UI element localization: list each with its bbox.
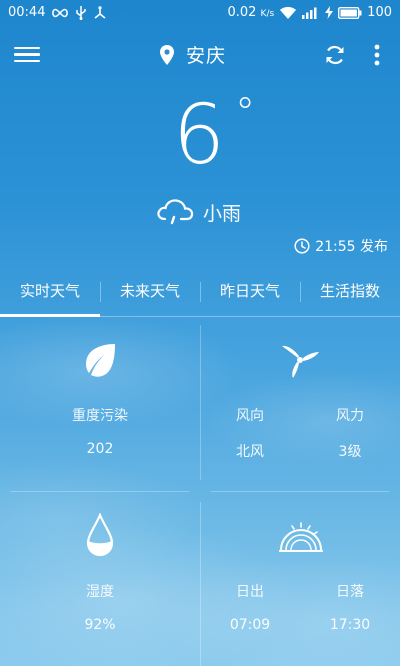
wind-power-value: 3级 [338, 444, 362, 460]
air-quality-label: 重度污染 [72, 408, 128, 424]
refresh-icon [326, 45, 344, 65]
divider-horizontal-right [210, 491, 390, 492]
tab-forecast[interactable]: 未来天气 [100, 270, 200, 316]
clock-icon [294, 238, 310, 254]
battery-level: 100 [367, 5, 392, 20]
wind-power-label: 风力 [336, 408, 364, 424]
sunrise-sunset-icon [279, 522, 323, 552]
signal-icon [302, 7, 317, 19]
tab-yesterday[interactable]: 昨日天气 [200, 270, 300, 316]
wind-direction-label: 风向 [236, 408, 264, 424]
leaf-icon [86, 344, 115, 377]
status-time: 00:44 [8, 5, 46, 20]
city-name: 安庆 [186, 45, 227, 67]
share-icon [94, 5, 106, 19]
sunset-label: 日落 [336, 584, 364, 600]
net-speed: 0.02 K/s [227, 5, 275, 20]
location-pin-icon [160, 44, 174, 65]
water-drop-icon [86, 513, 114, 557]
divider-horizontal-left [10, 491, 190, 492]
tab-bar: 实时天气 未来天气 昨日天气 生活指数 [0, 270, 400, 317]
humidity-label: 湿度 [86, 584, 114, 600]
condition-text: 小雨 [203, 202, 242, 225]
weather-condition: 小雨 [155, 197, 241, 227]
app-bar: 安庆 [0, 30, 400, 80]
light-rain-icon [157, 199, 194, 225]
more-options-button[interactable] [370, 43, 384, 67]
air-quality-value: 202 [86, 441, 114, 457]
degree-symbol: ° [235, 90, 256, 136]
sunrise-label: 日出 [236, 584, 264, 600]
wifi-icon [280, 6, 297, 19]
sunset-value: 17:30 [329, 617, 371, 633]
tab-realtime[interactable]: 实时天气 [0, 270, 100, 317]
sunrise-value: 07:09 [229, 617, 271, 633]
wind-turbine-icon [282, 345, 319, 378]
status-bar: 00:44 0.02 K/s 100 [0, 0, 400, 26]
more-vertical-icon [374, 44, 380, 66]
publish-time: 21:55 发布 [294, 236, 388, 256]
tab-life-index[interactable]: 生活指数 [300, 270, 400, 316]
location-selector[interactable]: 安庆 [160, 41, 226, 68]
temperature-value: 6 [172, 88, 228, 183]
battery-icon [338, 6, 362, 19]
humidity-value: 92% [84, 617, 116, 633]
menu-button[interactable] [14, 43, 40, 67]
publish-time-text: 21:55 发布 [315, 239, 388, 255]
current-temperature: 6 ° [0, 86, 400, 186]
infinity-icon [52, 8, 69, 17]
wind-direction-value: 北风 [236, 444, 264, 460]
menu-icon [14, 47, 40, 63]
refresh-button[interactable] [323, 43, 347, 67]
usb-icon [76, 5, 87, 20]
charging-icon [325, 6, 334, 19]
